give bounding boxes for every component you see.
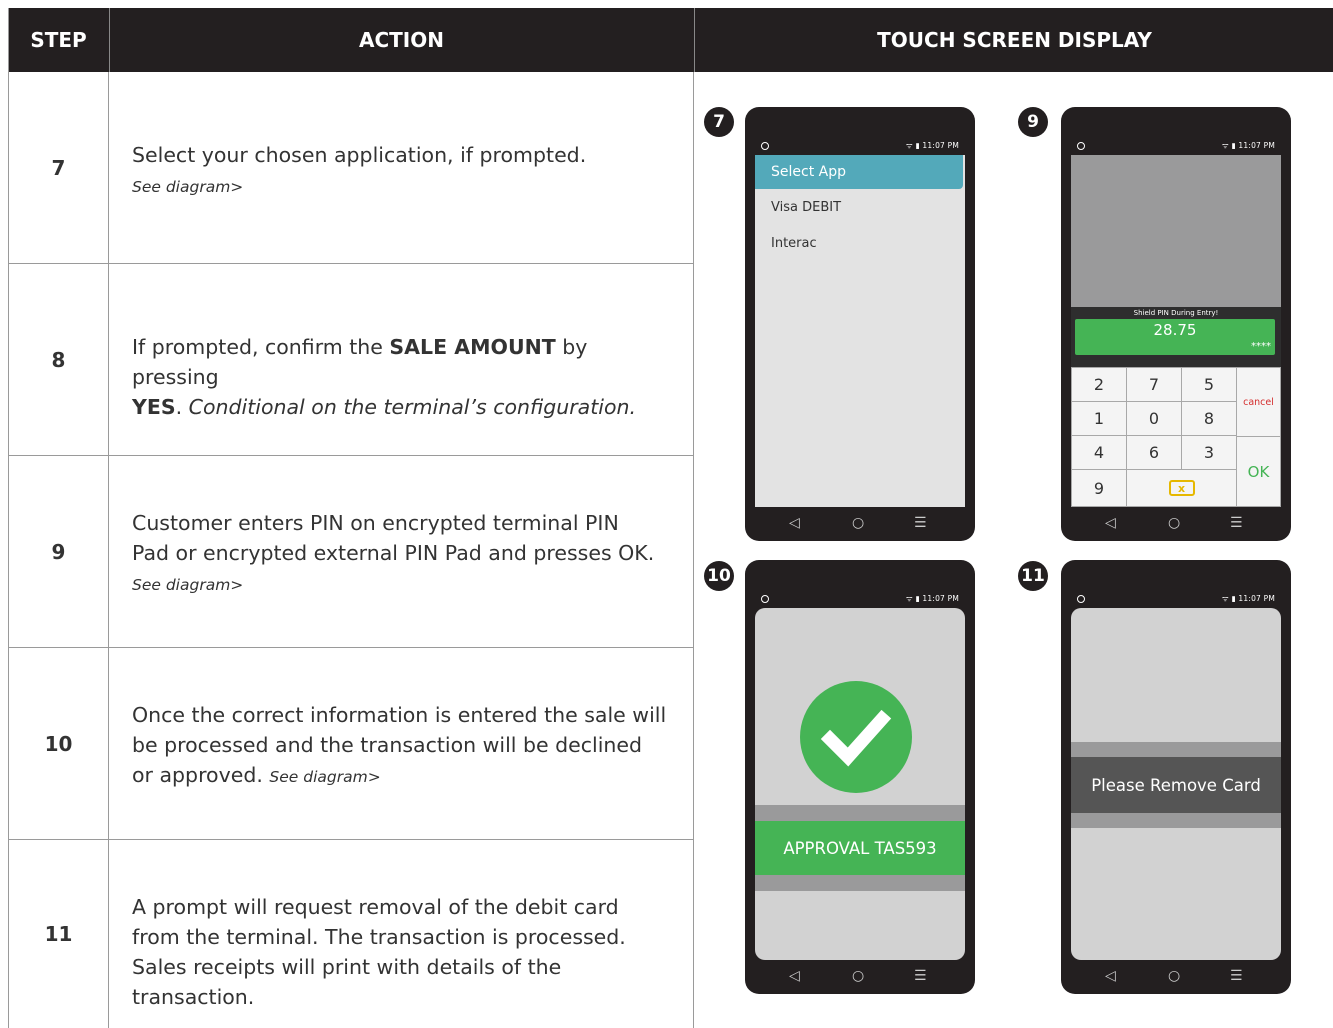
- notification-dot-icon: [761, 595, 769, 603]
- approval-screen: APPROVAL TAS593: [755, 608, 965, 960]
- diagram-badge-9: 9: [1018, 107, 1048, 137]
- key-3[interactable]: 3: [1181, 435, 1237, 470]
- android-nav-bar: ◁ ○ ☰: [1061, 964, 1291, 990]
- pin-mask: ****: [1251, 341, 1271, 352]
- table-row-step-9: 9 Customer enters PIN on encrypted termi…: [9, 456, 693, 648]
- notification-dot-icon: [761, 142, 769, 150]
- table-row-step-7: 7 Select your chosen application, if pro…: [9, 72, 693, 264]
- step-number: 11: [44, 922, 73, 946]
- action-instruction: Once the correct information is entered …: [132, 703, 667, 787]
- step-number: 10: [44, 731, 73, 756]
- back-icon[interactable]: ◁: [789, 515, 800, 531]
- step-number: 8: [51, 347, 66, 372]
- key-5[interactable]: 5: [1181, 367, 1237, 402]
- screen-blank-area: [1071, 155, 1281, 307]
- action-text: A prompt will request removal of the deb…: [132, 892, 667, 1012]
- cancel-button[interactable]: cancel: [1236, 367, 1281, 437]
- home-icon[interactable]: ○: [1168, 968, 1180, 984]
- app-option-interac[interactable]: Interac: [771, 236, 817, 251]
- status-time: ᯤ ▮ 11:07 PM: [905, 141, 959, 150]
- select-app-title: Select App: [755, 155, 963, 189]
- notification-dot-icon: [1077, 142, 1085, 150]
- select-app-screen: Select App Visa DEBIT Interac: [755, 155, 965, 507]
- sentence-period: .: [175, 395, 189, 419]
- table-row-step-11: 11 A prompt will request removal of the …: [9, 840, 693, 1028]
- home-icon[interactable]: ○: [1168, 515, 1180, 531]
- yes-label: YES: [132, 395, 176, 419]
- column-divider: [693, 72, 694, 1028]
- action-text: Select your chosen application, if promp…: [132, 140, 672, 200]
- back-icon[interactable]: ◁: [1105, 515, 1116, 531]
- status-time: ᯤ ▮ 11:07 PM: [905, 594, 959, 603]
- remove-card-screen: Please Remove Card: [1071, 608, 1281, 960]
- backspace-button[interactable]: x: [1126, 469, 1237, 507]
- key-9[interactable]: 9: [1071, 469, 1127, 507]
- back-icon[interactable]: ◁: [789, 968, 800, 984]
- phone-select-app: ᯤ ▮ 11:07 PM Select App Visa DEBIT Inter…: [745, 107, 975, 541]
- home-icon[interactable]: ○: [852, 515, 864, 531]
- action-instruction: Customer enters PIN on encrypted termina…: [132, 511, 655, 565]
- header-touch-screen-display: TOUCH SCREEN DISPLAY: [694, 8, 1333, 72]
- app-option-visa-debit[interactable]: Visa DEBIT: [771, 200, 841, 215]
- action-text: Once the correct information is entered …: [132, 700, 667, 790]
- key-8[interactable]: 8: [1181, 401, 1237, 436]
- action-instruction: If prompted, confirm the: [132, 335, 390, 359]
- see-diagram-link[interactable]: See diagram>: [132, 576, 243, 594]
- key-6[interactable]: 6: [1126, 435, 1182, 470]
- sale-amount: 28.75: [1153, 321, 1197, 339]
- backspace-icon: x: [1168, 480, 1195, 496]
- action-text: If prompted, confirm the SALE AMOUNT by …: [132, 332, 672, 422]
- step-number: 9: [51, 539, 66, 564]
- header-step: STEP: [30, 28, 87, 52]
- see-diagram-link[interactable]: See diagram>: [132, 178, 243, 196]
- key-0[interactable]: 0: [1126, 401, 1182, 436]
- android-nav-bar: ◁ ○ ☰: [745, 511, 975, 537]
- status-time: ᯤ ▮ 11:07 PM: [1221, 594, 1275, 603]
- sale-amount-label: SALE AMOUNT: [389, 335, 556, 359]
- menu-icon[interactable]: ☰: [1230, 968, 1243, 984]
- phone-approval: ᯤ ▮ 11:07 PM APPROVAL TAS593 ◁ ○ ☰: [745, 560, 975, 994]
- menu-icon[interactable]: ☰: [914, 968, 927, 984]
- pin-entry-screen: Shield PIN During Entry! 28.75 **** 2 7 …: [1071, 155, 1281, 507]
- pin-keypad: 2 7 5 cancel 1 0 8 4 6 3 OK 9 x: [1071, 367, 1281, 507]
- menu-icon[interactable]: ☰: [914, 515, 927, 531]
- remove-card-message: Please Remove Card: [1071, 757, 1281, 813]
- home-icon[interactable]: ○: [852, 968, 864, 984]
- diagram-badge-7: 7: [704, 107, 734, 137]
- action-text: Customer enters PIN on encrypted termina…: [132, 508, 662, 598]
- approval-message: APPROVAL TAS593: [755, 821, 965, 875]
- shield-pin-message: Shield PIN During Entry!: [1133, 309, 1219, 317]
- notification-dot-icon: [1077, 595, 1085, 603]
- amount-display: 28.75 ****: [1075, 319, 1275, 355]
- key-7[interactable]: 7: [1126, 367, 1182, 402]
- step-number: 7: [51, 155, 66, 180]
- action-instruction: Select your chosen application, if promp…: [132, 143, 587, 167]
- menu-icon[interactable]: ☰: [1230, 515, 1243, 531]
- android-nav-bar: ◁ ○ ☰: [745, 964, 975, 990]
- table-row-step-8: 8 If prompted, confirm the SALE AMOUNT b…: [9, 264, 693, 456]
- diagram-badge-11: 11: [1018, 561, 1048, 591]
- action-instruction: A prompt will request removal of the deb…: [132, 895, 626, 1009]
- back-icon[interactable]: ◁: [1105, 968, 1116, 984]
- table-header: STEP ACTION TOUCH SCREEN DISPLAY: [9, 8, 1333, 72]
- phone-remove-card: ᯤ ▮ 11:07 PM Please Remove Card ◁ ○ ☰: [1061, 560, 1291, 994]
- conditional-note: Conditional on the terminal’s configurat…: [188, 395, 637, 419]
- status-bar: ᯤ ▮ 11:07 PM: [745, 592, 975, 606]
- header-action: ACTION: [109, 8, 693, 72]
- diagram-badge-10: 10: [704, 561, 734, 591]
- android-nav-bar: ◁ ○ ☰: [1061, 511, 1291, 537]
- table-row-step-10: 10 Once the correct information is enter…: [9, 648, 693, 840]
- ok-button[interactable]: OK: [1236, 436, 1281, 507]
- see-diagram-link[interactable]: See diagram>: [269, 768, 380, 786]
- status-bar: ᯤ ▮ 11:07 PM: [1061, 139, 1291, 153]
- status-bar: ᯤ ▮ 11:07 PM: [1061, 592, 1291, 606]
- phone-pin-entry: ᯤ ▮ 11:07 PM Shield PIN During Entry! 28…: [1061, 107, 1291, 541]
- key-1[interactable]: 1: [1071, 401, 1127, 436]
- key-2[interactable]: 2: [1071, 367, 1127, 402]
- status-bar: ᯤ ▮ 11:07 PM: [745, 139, 975, 153]
- checkmark-icon: [800, 681, 912, 793]
- status-time: ᯤ ▮ 11:07 PM: [1221, 141, 1275, 150]
- key-4[interactable]: 4: [1071, 435, 1127, 470]
